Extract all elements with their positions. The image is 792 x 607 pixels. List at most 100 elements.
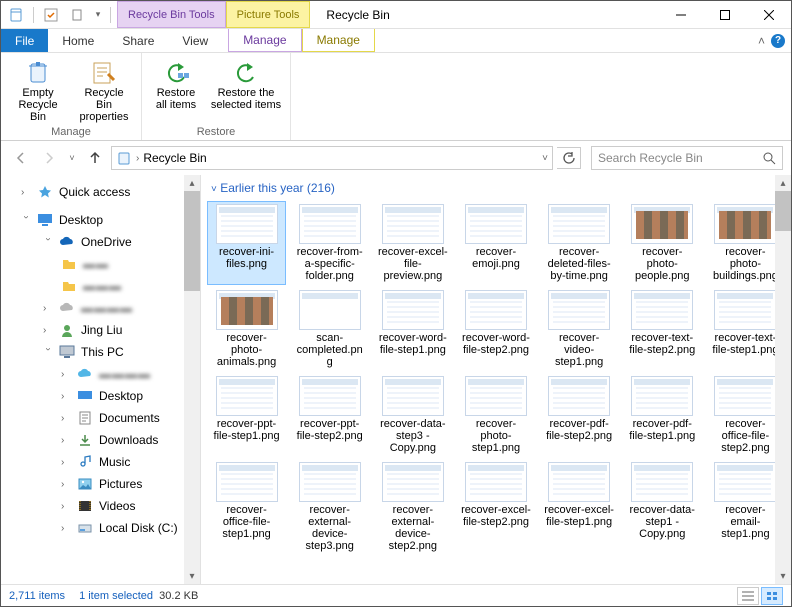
file-item[interactable]: recover-word-file-step1.png [373,287,452,371]
chevron-right-icon[interactable]: › [136,153,139,164]
nav-this-pc[interactable]: ›This PC [1,341,200,363]
up-button[interactable] [83,146,107,170]
desktop-icon [77,388,93,404]
file-item[interactable]: recover-pdf-file-step2.png [540,373,619,457]
file-item[interactable]: recover-from-a-specific-folder.png [290,201,369,285]
nav-label: ▬▬▬▬ [81,301,133,315]
file-item[interactable]: recover-text-file-step1.png [706,287,785,371]
address-bar[interactable]: › Recycle Bin ˅ [111,146,553,170]
file-name: recover-word-file-step1.png [378,332,448,368]
nav-documents[interactable]: ›Documents [1,407,200,429]
nav-videos[interactable]: ›Videos [1,495,200,517]
file-item[interactable]: recover-email-step1.png [706,459,785,555]
tab-share[interactable]: Share [108,29,168,52]
file-item[interactable]: recover-excel-file-step1.png [540,459,619,555]
file-item[interactable]: recover-external-device-step3.png [290,459,369,555]
file-item[interactable]: recover-data-step3 - Copy.png [373,373,452,457]
refresh-button[interactable] [557,147,581,169]
file-thumbnail [382,204,444,244]
nav-label: Local Disk (C:) [99,521,178,535]
search-input[interactable]: Search Recycle Bin [591,146,783,170]
recent-locations-button[interactable]: ˅ [65,146,79,170]
file-item[interactable]: recover-ppt-file-step2.png [290,373,369,457]
file-item[interactable]: recover-data-step1 - Copy.png [623,459,702,555]
file-item[interactable]: recover-external-device-step2.png [373,459,452,555]
file-item[interactable]: recover-emoji.png [456,201,535,285]
nav-folder-blurred[interactable]: ▬▬ [1,253,200,275]
help-icon[interactable]: ? [771,34,785,48]
minimize-button[interactable] [659,1,703,28]
details-view-button[interactable] [737,587,759,605]
file-thumbnail [216,204,278,244]
file-item[interactable]: scan-completed.png [290,287,369,371]
icons-view-button[interactable] [761,587,783,605]
file-item[interactable]: recover-word-file-step2.png [456,287,535,371]
content-scrollbar-thumb[interactable] [775,191,791,231]
nav-desktop-folder[interactable]: ›Desktop [1,385,200,407]
scroll-down-icon[interactable]: ▾ [184,568,200,584]
address-dropdown-icon[interactable]: ˅ [542,153,548,164]
file-item[interactable]: recover-video-step1.png [540,287,619,371]
file-item[interactable]: recover-ini-files.png [207,201,286,285]
nav-onedrive[interactable]: › OneDrive [1,231,200,253]
back-button[interactable] [9,146,33,170]
nav-pictures[interactable]: ›Pictures [1,473,200,495]
scroll-up-icon[interactable]: ▴ [775,175,791,191]
content-scrollbar-track[interactable] [775,175,791,584]
file-item[interactable]: recover-photo-people.png [623,201,702,285]
tab-manage-picture[interactable]: Manage [302,29,375,52]
file-item[interactable]: recover-photo-step1.png [456,373,535,457]
ribbon: Empty Recycle Bin Recycle Bin properties… [1,53,791,141]
recycle-bin-properties-button[interactable]: Recycle Bin properties [75,57,133,124]
qat-properties-icon[interactable] [40,4,62,26]
file-item[interactable]: recover-excel-file-preview.png [373,201,452,285]
chevron-down-icon[interactable]: ˅ [211,184,217,195]
nav-user[interactable]: ›Jing Liu [1,319,200,341]
file-item[interactable]: recover-photo-buildings.png [706,201,785,285]
tab-home[interactable]: Home [48,29,108,52]
nav-folder-blurred[interactable]: ›▬▬▬▬ [1,297,200,319]
nav-label: Quick access [59,185,130,199]
restore-selected-button[interactable]: Restore the selected items [210,57,282,124]
close-button[interactable] [747,1,791,28]
scroll-up-icon[interactable]: ▴ [184,175,200,191]
nav-label: This PC [81,345,124,359]
maximize-button[interactable] [703,1,747,28]
chevron-down-icon[interactable]: › [43,237,54,247]
group-header[interactable]: ˅ Earlier this year (216) [201,175,791,201]
chevron-right-icon[interactable]: › [21,187,31,198]
breadcrumb-segment[interactable]: Recycle Bin [143,151,206,165]
nav-quick-access[interactable]: › Quick access [1,181,200,203]
empty-recycle-bin-button[interactable]: Empty Recycle Bin [9,57,67,124]
recycle-bin-tools-tab[interactable]: Recycle Bin Tools [117,1,226,28]
file-name: recover-text-file-step1.png [710,332,780,368]
file-item[interactable]: recover-ppt-file-step1.png [207,373,286,457]
tab-manage-recycle[interactable]: Manage [228,29,301,52]
tab-file[interactable]: File [1,29,48,52]
desktop-icon [37,212,53,228]
qat-dropdown-icon[interactable]: ▾ [92,4,104,26]
nav-folder-blurred[interactable]: ▬▬▬ [1,275,200,297]
file-item[interactable]: recover-office-file-step1.png [207,459,286,555]
recycle-bin-icon[interactable] [5,4,27,26]
scroll-down-icon[interactable]: ▾ [775,568,791,584]
nav-local-disk-c[interactable]: ›Local Disk (C:) [1,517,200,539]
restore-all-button[interactable]: Restore all items [150,57,202,124]
nav-music[interactable]: ›Music [1,451,200,473]
file-item[interactable]: recover-deleted-files-by-time.png [540,201,619,285]
tab-view[interactable]: View [168,29,222,52]
chevron-down-icon[interactable]: › [21,215,32,225]
picture-tools-tab[interactable]: Picture Tools [226,1,311,28]
nav-desktop[interactable]: › Desktop [1,209,200,231]
file-item[interactable]: recover-photo-animals.png [207,287,286,371]
file-item[interactable]: recover-pdf-file-step1.png [623,373,702,457]
qat-new-icon[interactable] [66,4,88,26]
nav-downloads[interactable]: ›Downloads [1,429,200,451]
file-item[interactable]: recover-office-file-step2.png [706,373,785,457]
forward-button[interactable] [37,146,61,170]
collapse-ribbon-icon[interactable]: ˄ [758,34,765,48]
file-item[interactable]: recover-excel-file-step2.png [456,459,535,555]
nav-scrollbar-thumb[interactable] [184,191,200,291]
file-item[interactable]: recover-text-file-step2.png [623,287,702,371]
nav-folder-blurred[interactable]: ›▬▬▬▬ [1,363,200,385]
